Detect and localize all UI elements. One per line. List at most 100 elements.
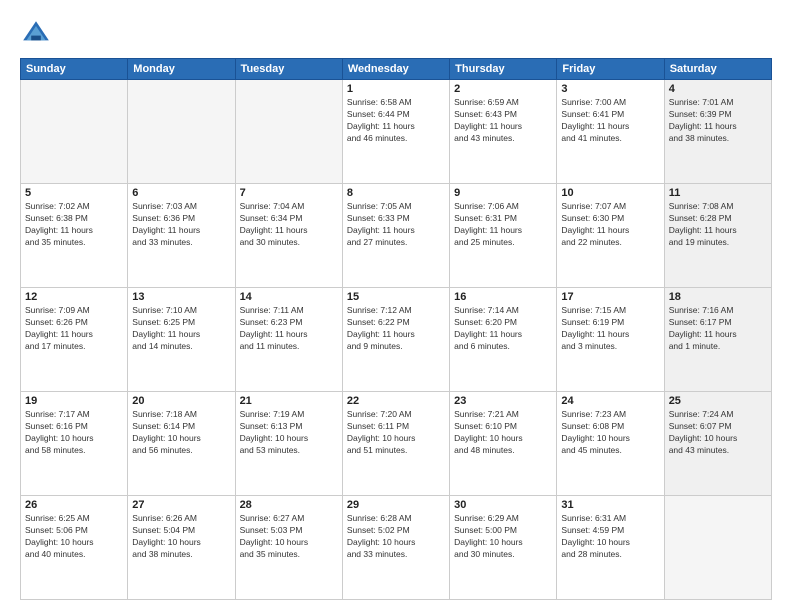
- day-header-tuesday: Tuesday: [235, 59, 342, 80]
- calendar-cell: 22Sunrise: 7:20 AM Sunset: 6:11 PM Dayli…: [342, 392, 449, 496]
- day-header-friday: Friday: [557, 59, 664, 80]
- day-number: 23: [454, 395, 552, 407]
- calendar-cell: 2 Sunrise: 6:59 AM Sunset: 6:43 PM Daylig…: [450, 80, 557, 184]
- calendar-cell: 13Sunrise: 7:10 AM Sunset: 6:25 PM Dayli…: [128, 288, 235, 392]
- day-number: 22: [347, 395, 445, 407]
- calendar-cell: 20 Sunrise: 7:18 AM Sunset: 6:14 PM Dayli…: [128, 392, 235, 496]
- day-number: 29: [347, 499, 445, 511]
- day-number: 28: [240, 499, 338, 511]
- calendar-week-3: 12 Sunrise: 7:09 AM Sunset: 6:26 PM Dayli…: [21, 288, 772, 392]
- calendar-table: SundayMondayTuesdayWednesdayThursdayFrid…: [20, 58, 772, 600]
- calendar-cell: 25Sunrise: 7:24 AM Sunset: 6:07 PM Dayli…: [664, 392, 771, 496]
- day-header-monday: Monday: [128, 59, 235, 80]
- day-number: 19: [25, 395, 123, 407]
- day-info: Sunrise: 6:26 AM Sunset: 5:04 PM Dayligh…: [132, 513, 230, 561]
- calendar-cell: 6 Sunrise: 7:03 AM Sunset: 6:36 PM Daylig…: [128, 184, 235, 288]
- day-number: 16: [454, 291, 552, 303]
- day-info: Sunrise: 7:02 AM Sunset: 6:38 PM Dayligh…: [25, 201, 123, 249]
- calendar-cell: 28 Sunrise: 6:27 AM Sunset: 5:03 PM Dayli…: [235, 496, 342, 600]
- day-header-sunday: Sunday: [21, 59, 128, 80]
- day-info: Sunrise: 7:12 AM Sunset: 6:22 PM Dayligh…: [347, 305, 445, 353]
- day-header-thursday: Thursday: [450, 59, 557, 80]
- calendar-week-5: 26 Sunrise: 6:25 AM Sunset: 5:06 PM Dayli…: [21, 496, 772, 600]
- day-number: 8: [347, 187, 445, 199]
- day-info: Sunrise: 7:01 AM Sunset: 6:39 PM Dayligh…: [669, 97, 767, 145]
- day-info: Sunrise: 7:09 AM Sunset: 6:26 PM Dayligh…: [25, 305, 123, 353]
- day-info: Sunrise: 6:31 AM Sunset: 4:59 PM Dayligh…: [561, 513, 659, 561]
- day-header-saturday: Saturday: [664, 59, 771, 80]
- day-info: Sunrise: 7:16 AM Sunset: 6:17 PM Dayligh…: [669, 305, 767, 353]
- calendar-cell: 4 Sunrise: 7:01 AM Sunset: 6:39 PM Daylig…: [664, 80, 771, 184]
- day-number: 30: [454, 499, 552, 511]
- calendar-cell: 24 Sunrise: 7:23 AM Sunset: 6:08 PM Dayli…: [557, 392, 664, 496]
- calendar-cell: 21 Sunrise: 7:19 AM Sunset: 6:13 PM Dayli…: [235, 392, 342, 496]
- header: [20, 18, 772, 50]
- day-number: 26: [25, 499, 123, 511]
- calendar-cell: 7 Sunrise: 7:04 AM Sunset: 6:34 PM Daylig…: [235, 184, 342, 288]
- calendar-cell: [128, 80, 235, 184]
- day-info: Sunrise: 7:23 AM Sunset: 6:08 PM Dayligh…: [561, 409, 659, 457]
- day-number: 2: [454, 83, 552, 95]
- calendar-cell: 16 Sunrise: 7:14 AM Sunset: 6:20 PM Dayli…: [450, 288, 557, 392]
- day-number: 12: [25, 291, 123, 303]
- day-number: 18: [669, 291, 767, 303]
- logo-icon: [20, 18, 52, 50]
- calendar-cell: 27Sunrise: 6:26 AM Sunset: 5:04 PM Dayli…: [128, 496, 235, 600]
- day-info: Sunrise: 7:03 AM Sunset: 6:36 PM Dayligh…: [132, 201, 230, 249]
- page: SundayMondayTuesdayWednesdayThursdayFrid…: [0, 0, 792, 612]
- calendar-header-row: SundayMondayTuesdayWednesdayThursdayFrid…: [21, 59, 772, 80]
- day-info: Sunrise: 7:00 AM Sunset: 6:41 PM Dayligh…: [561, 97, 659, 145]
- calendar-cell: 10 Sunrise: 7:07 AM Sunset: 6:30 PM Dayli…: [557, 184, 664, 288]
- day-info: Sunrise: 6:29 AM Sunset: 5:00 PM Dayligh…: [454, 513, 552, 561]
- day-info: Sunrise: 7:07 AM Sunset: 6:30 PM Dayligh…: [561, 201, 659, 249]
- day-info: Sunrise: 7:05 AM Sunset: 6:33 PM Dayligh…: [347, 201, 445, 249]
- day-info: Sunrise: 7:21 AM Sunset: 6:10 PM Dayligh…: [454, 409, 552, 457]
- day-info: Sunrise: 7:06 AM Sunset: 6:31 PM Dayligh…: [454, 201, 552, 249]
- calendar-cell: 9 Sunrise: 7:06 AM Sunset: 6:31 PM Daylig…: [450, 184, 557, 288]
- calendar-week-4: 19 Sunrise: 7:17 AM Sunset: 6:16 PM Dayli…: [21, 392, 772, 496]
- calendar-cell: 1 Sunrise: 6:58 AM Sunset: 6:44 PM Daylig…: [342, 80, 449, 184]
- logo: [20, 18, 56, 50]
- day-info: Sunrise: 7:04 AM Sunset: 6:34 PM Dayligh…: [240, 201, 338, 249]
- calendar-cell: 11 Sunrise: 7:08 AM Sunset: 6:28 PM Dayli…: [664, 184, 771, 288]
- calendar-cell: 12 Sunrise: 7:09 AM Sunset: 6:26 PM Dayli…: [21, 288, 128, 392]
- day-info: Sunrise: 7:19 AM Sunset: 6:13 PM Dayligh…: [240, 409, 338, 457]
- calendar-week-2: 5 Sunrise: 7:02 AM Sunset: 6:38 PM Daylig…: [21, 184, 772, 288]
- day-number: 9: [454, 187, 552, 199]
- calendar-week-1: 1 Sunrise: 6:58 AM Sunset: 6:44 PM Daylig…: [21, 80, 772, 184]
- calendar-cell: 19 Sunrise: 7:17 AM Sunset: 6:16 PM Dayli…: [21, 392, 128, 496]
- day-info: Sunrise: 6:25 AM Sunset: 5:06 PM Dayligh…: [25, 513, 123, 561]
- calendar-cell: 8 Sunrise: 7:05 AM Sunset: 6:33 PM Daylig…: [342, 184, 449, 288]
- day-number: 10: [561, 187, 659, 199]
- day-number: 4: [669, 83, 767, 95]
- day-info: Sunrise: 7:17 AM Sunset: 6:16 PM Dayligh…: [25, 409, 123, 457]
- day-number: 1: [347, 83, 445, 95]
- calendar-cell: [21, 80, 128, 184]
- calendar-cell: 15 Sunrise: 7:12 AM Sunset: 6:22 PM Dayli…: [342, 288, 449, 392]
- calendar-cell: 31Sunrise: 6:31 AM Sunset: 4:59 PM Dayli…: [557, 496, 664, 600]
- day-info: Sunrise: 6:28 AM Sunset: 5:02 PM Dayligh…: [347, 513, 445, 561]
- day-number: 3: [561, 83, 659, 95]
- day-number: 5: [25, 187, 123, 199]
- day-info: Sunrise: 6:59 AM Sunset: 6:43 PM Dayligh…: [454, 97, 552, 145]
- day-info: Sunrise: 7:14 AM Sunset: 6:20 PM Dayligh…: [454, 305, 552, 353]
- day-number: 11: [669, 187, 767, 199]
- day-number: 25: [669, 395, 767, 407]
- calendar-cell: 18 Sunrise: 7:16 AM Sunset: 6:17 PM Dayli…: [664, 288, 771, 392]
- day-info: Sunrise: 6:27 AM Sunset: 5:03 PM Dayligh…: [240, 513, 338, 561]
- day-number: 20: [132, 395, 230, 407]
- day-number: 15: [347, 291, 445, 303]
- calendar-cell: 5 Sunrise: 7:02 AM Sunset: 6:38 PM Daylig…: [21, 184, 128, 288]
- calendar-cell: 23 Sunrise: 7:21 AM Sunset: 6:10 PM Dayli…: [450, 392, 557, 496]
- day-number: 24: [561, 395, 659, 407]
- day-info: Sunrise: 6:58 AM Sunset: 6:44 PM Dayligh…: [347, 97, 445, 145]
- day-info: Sunrise: 7:08 AM Sunset: 6:28 PM Dayligh…: [669, 201, 767, 249]
- day-info: Sunrise: 7:18 AM Sunset: 6:14 PM Dayligh…: [132, 409, 230, 457]
- day-number: 7: [240, 187, 338, 199]
- day-header-wednesday: Wednesday: [342, 59, 449, 80]
- calendar-cell: [235, 80, 342, 184]
- day-number: 6: [132, 187, 230, 199]
- calendar-cell: 30 Sunrise: 6:29 AM Sunset: 5:00 PM Dayli…: [450, 496, 557, 600]
- day-number: 21: [240, 395, 338, 407]
- day-info: Sunrise: 7:11 AM Sunset: 6:23 PM Dayligh…: [240, 305, 338, 353]
